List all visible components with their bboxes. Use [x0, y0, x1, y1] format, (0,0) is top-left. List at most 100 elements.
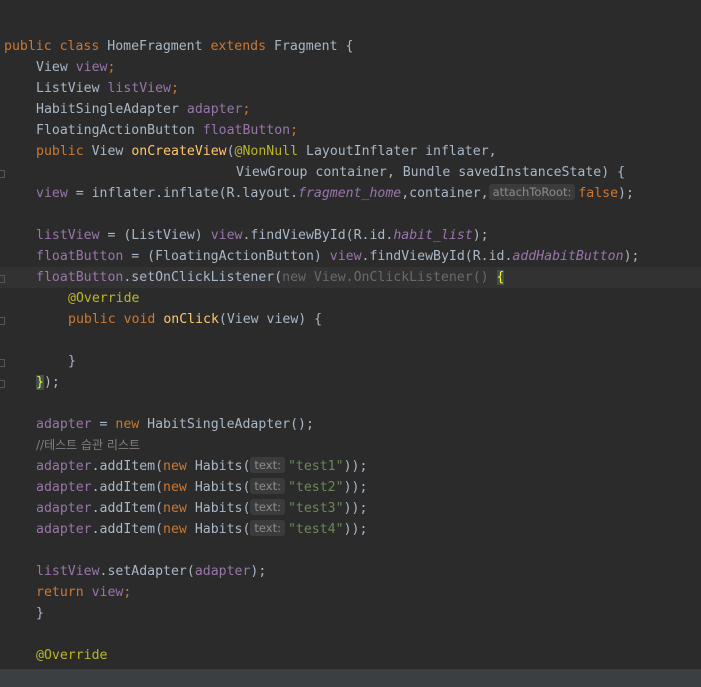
token-field: listView: [36, 564, 100, 579]
code-line-override[interactable]: @Override: [68, 288, 139, 309]
code-line-close-onclick[interactable]: }: [68, 351, 76, 372]
token-brace: }: [68, 354, 76, 369]
code-line-comment[interactable]: //테스트 습관 리스트: [36, 435, 140, 456]
token-code: .findViewById(R.id.: [242, 228, 394, 243]
fold-marker-icon[interactable]: [0, 275, 5, 283]
token-punct: );: [618, 186, 634, 201]
token-punct: );: [472, 228, 489, 243]
code-line-add-item[interactable]: adapter.addItem(new Habits(text: "test4")…: [36, 519, 367, 540]
parameter-hint: attachToRoot:: [488, 184, 576, 200]
token-code: = (ListView): [99, 228, 211, 243]
fold-marker-icon[interactable]: [0, 359, 5, 367]
token-field: adapter: [36, 459, 92, 474]
fold-marker-icon[interactable]: [0, 380, 5, 388]
token-type: View: [91, 144, 124, 159]
code-line-field-floatbutton[interactable]: FloatingActionButton floatButton;: [36, 120, 298, 141]
token-code: = inflater.inflate(R.layout.: [67, 186, 299, 201]
code-line-add-item[interactable]: adapter.addItem(new Habits(text: "test3")…: [36, 498, 367, 519]
code-line-close-listener[interactable]: });: [36, 372, 60, 393]
token-code: .addItem(: [91, 522, 164, 537]
token-type: FloatingActionButton: [36, 123, 195, 138]
editor-gutter: [0, 0, 6, 669]
token-method-name: onCreateView: [131, 144, 227, 159]
code-line-find-floatbutton[interactable]: floatButton = (FloatingActionButton) vie…: [36, 246, 639, 267]
code-line-adapter-new[interactable]: adapter = new HabitSingleAdapter();: [36, 414, 314, 435]
token-brace: }: [36, 606, 44, 621]
code-line-oncreateview[interactable]: public View onCreateView(@NonNull Layout…: [36, 141, 497, 162]
token-field: adapter: [36, 417, 92, 432]
code-line-field-adapter[interactable]: HabitSingleAdapter adapter;: [36, 99, 250, 120]
code-line-set-adapter[interactable]: listView.setAdapter(adapter);: [36, 561, 266, 582]
token-code: .addItem(: [91, 501, 164, 516]
token-field: adapter: [36, 501, 92, 516]
token-type: ListView: [36, 81, 100, 96]
token-field: adapter: [194, 564, 251, 579]
token-punct: ));: [343, 522, 368, 537]
token-keyword: new: [163, 501, 187, 516]
token-code: Habits(: [186, 480, 251, 495]
token-code: .addItem(: [91, 480, 164, 495]
token-params: LayoutInflater inflater,: [298, 144, 497, 159]
token-punct: ));: [343, 480, 368, 495]
token-code: .setAdapter(: [99, 564, 195, 579]
token-type: HabitSingleAdapter: [36, 102, 179, 117]
token-comment: //테스트 습관 리스트: [36, 438, 141, 452]
code-line-field-listview[interactable]: ListView listView;: [36, 78, 179, 99]
token-field: view: [75, 60, 108, 75]
token-type: View: [36, 60, 68, 75]
code-line-find-listview[interactable]: listView = (ListView) view.findViewById(…: [36, 225, 489, 246]
token-punct: );: [250, 564, 267, 579]
code-line-close-method[interactable]: }: [36, 603, 44, 624]
parameter-hint: text:: [250, 478, 285, 494]
token-field: floatButton: [202, 123, 291, 138]
code-line-class-declaration[interactable]: public class HomeFragment extends Fragme…: [4, 15, 353, 54]
token-code: HabitSingleAdapter();: [139, 417, 314, 432]
code-line-set-listener[interactable]: floatButton.setOnClickListener(new View.…: [0, 267, 701, 288]
token-keyword: false: [578, 186, 619, 201]
code-line-inflate[interactable]: view = inflater.inflate(R.layout.fragmen…: [36, 183, 634, 204]
token-semicolon: ;: [171, 81, 179, 96]
token-semicolon: ;: [290, 123, 299, 138]
code-editor[interactable]: public class HomeFragment extends Fragme…: [0, 0, 701, 669]
token-field: listView: [107, 81, 172, 96]
token-anonymous-class: new View.OnClickListener(): [282, 270, 497, 285]
code-line-override[interactable]: @Override: [36, 645, 107, 666]
token-semicolon: ;: [107, 60, 116, 75]
token-code: = (FloatingActionButton): [123, 249, 330, 264]
parameter-hint: text:: [250, 499, 285, 515]
token-keyword: public: [4, 39, 52, 54]
token-keyword: return: [36, 585, 84, 600]
token-punct: ));: [343, 501, 368, 516]
fold-marker-icon[interactable]: [0, 170, 5, 178]
token-keyword: extends: [210, 39, 267, 54]
code-line-onclick[interactable]: public void onClick(View view) {: [68, 309, 322, 330]
token-field: view: [36, 186, 68, 201]
horizontal-scrollbar[interactable]: [0, 669, 701, 687]
token-keyword: public: [68, 312, 116, 327]
token-field: adapter: [186, 102, 243, 117]
parameter-hint: text:: [250, 520, 285, 536]
token-semicolon: ;: [242, 102, 251, 117]
token-code: .addItem(: [91, 459, 164, 474]
token-code: Habits(: [186, 501, 251, 516]
token-code: ,container,: [401, 186, 489, 201]
token-punct: ));: [343, 459, 368, 474]
token-punct: );: [43, 375, 60, 390]
token-string: "test1": [287, 459, 344, 474]
parameter-hint: text:: [250, 457, 285, 473]
token-field: view: [210, 228, 243, 243]
token-code: Habits(: [186, 522, 251, 537]
token-keyword: new: [163, 459, 187, 474]
token-brace-highlight: }: [36, 375, 44, 390]
token-string: "test4": [287, 522, 344, 537]
code-line-add-item[interactable]: adapter.addItem(new Habits(text: "test2")…: [36, 477, 367, 498]
fold-marker-icon[interactable]: [0, 317, 5, 325]
code-line-field-view[interactable]: View view;: [36, 57, 115, 78]
token-brace-highlight: {: [496, 270, 505, 285]
code-line-return[interactable]: return view;: [36, 582, 131, 603]
token-keyword: class: [59, 39, 100, 54]
token-resource: addHabitButton: [512, 249, 624, 264]
token-params: (View view) {: [218, 312, 323, 327]
code-line-oncreateview-params[interactable]: ViewGroup container, Bundle savedInstanc…: [236, 162, 625, 183]
code-line-add-item[interactable]: adapter.addItem(new Habits(text: "test1")…: [36, 456, 367, 477]
